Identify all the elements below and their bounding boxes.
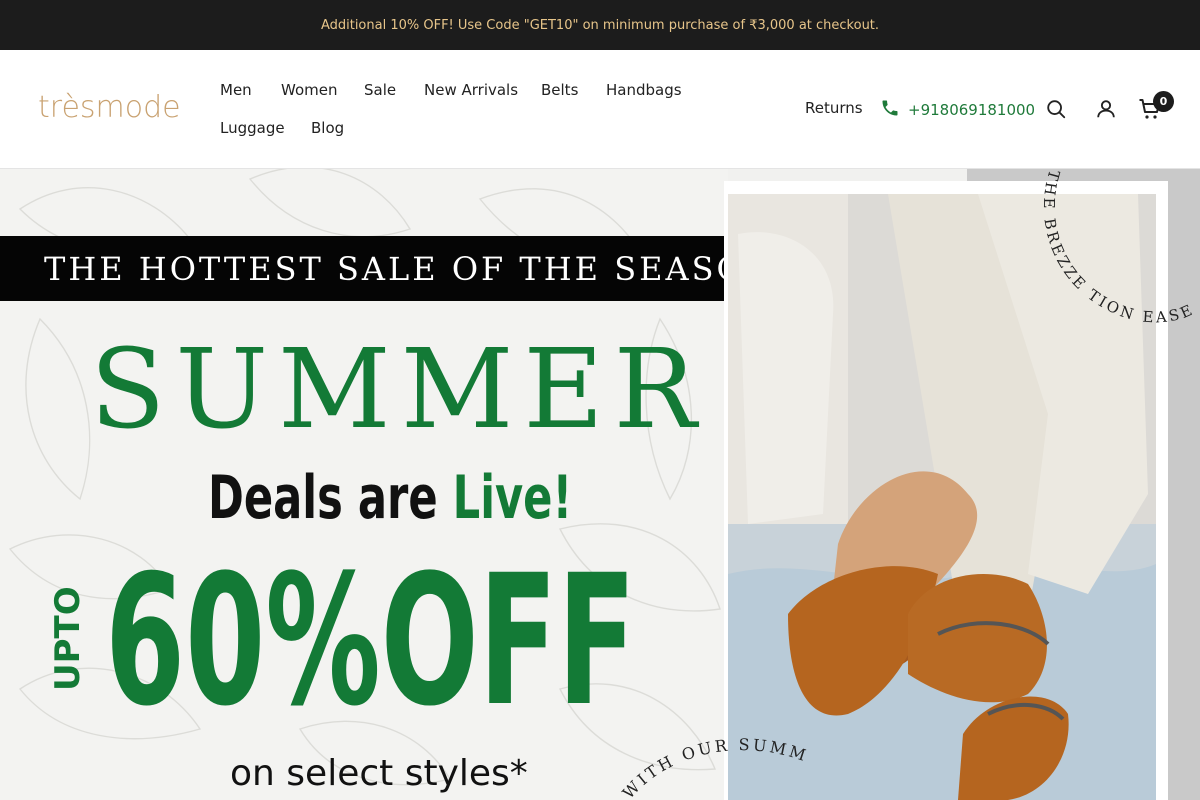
announcement-text: Additional 10% OFF! Use Code "GET10" on … [320, 17, 880, 33]
nav-item-blog[interactable]: Blog [311, 119, 344, 137]
nav-item-new-arrivals[interactable]: New Arrivals [424, 81, 518, 99]
hero-banner[interactable]: THE HOTTEST SALE OF THE SEASON! SUMMER D… [0, 169, 1200, 800]
select-styles-text: on select styles* [230, 753, 528, 794]
deals-prefix: Deals are [208, 463, 438, 533]
nav-item-handbags[interactable]: Handbags [606, 81, 682, 99]
returns-link[interactable]: Returns [805, 99, 863, 117]
site-header: trèsmode Men Women Sale New Arrivals Bel… [0, 50, 1200, 169]
discount-text: 60%OFF [105, 537, 637, 746]
account-icon[interactable] [1094, 97, 1118, 121]
svg-text:THE BREZZE TION EASE THE: THE BREZZE TION EASE THE [990, 169, 1200, 327]
brand-logo[interactable]: trèsmode [38, 92, 182, 124]
hero-headline: SUMMER [90, 325, 707, 453]
svg-text:WITH OUR SUMM: WITH OUR SUMM [620, 735, 811, 800]
phone-number: +918069181000 [908, 101, 1036, 119]
cart-count-badge: 0 [1153, 91, 1174, 112]
phone-link[interactable]: +918069181000 [880, 98, 1035, 122]
nav-item-men[interactable]: Men [220, 81, 252, 99]
deals-line: Deals are Live! [208, 461, 572, 535]
nav-item-sale[interactable]: Sale [364, 81, 396, 99]
phone-icon [880, 98, 900, 122]
sale-banner-text: THE HOTTEST SALE OF THE SEASON! [44, 249, 793, 288]
search-icon[interactable] [1044, 97, 1068, 121]
nav-item-women[interactable]: Women [281, 81, 337, 99]
circular-tagline-top: THE BREZZE TION EASE THE [990, 169, 1200, 327]
nav-item-belts[interactable]: Belts [541, 81, 578, 99]
upto-label: UPTO [48, 586, 88, 691]
circular-tagline-bottom: WITH OUR SUMM [620, 735, 811, 800]
logo-text: trèsmode [38, 90, 181, 125]
deals-highlight: Live! [452, 463, 573, 533]
sale-banner: THE HOTTEST SALE OF THE SEASON! [0, 236, 790, 301]
announcement-bar: Additional 10% OFF! Use Code "GET10" on … [0, 0, 1200, 50]
nav-item-luggage[interactable]: Luggage [220, 119, 285, 137]
